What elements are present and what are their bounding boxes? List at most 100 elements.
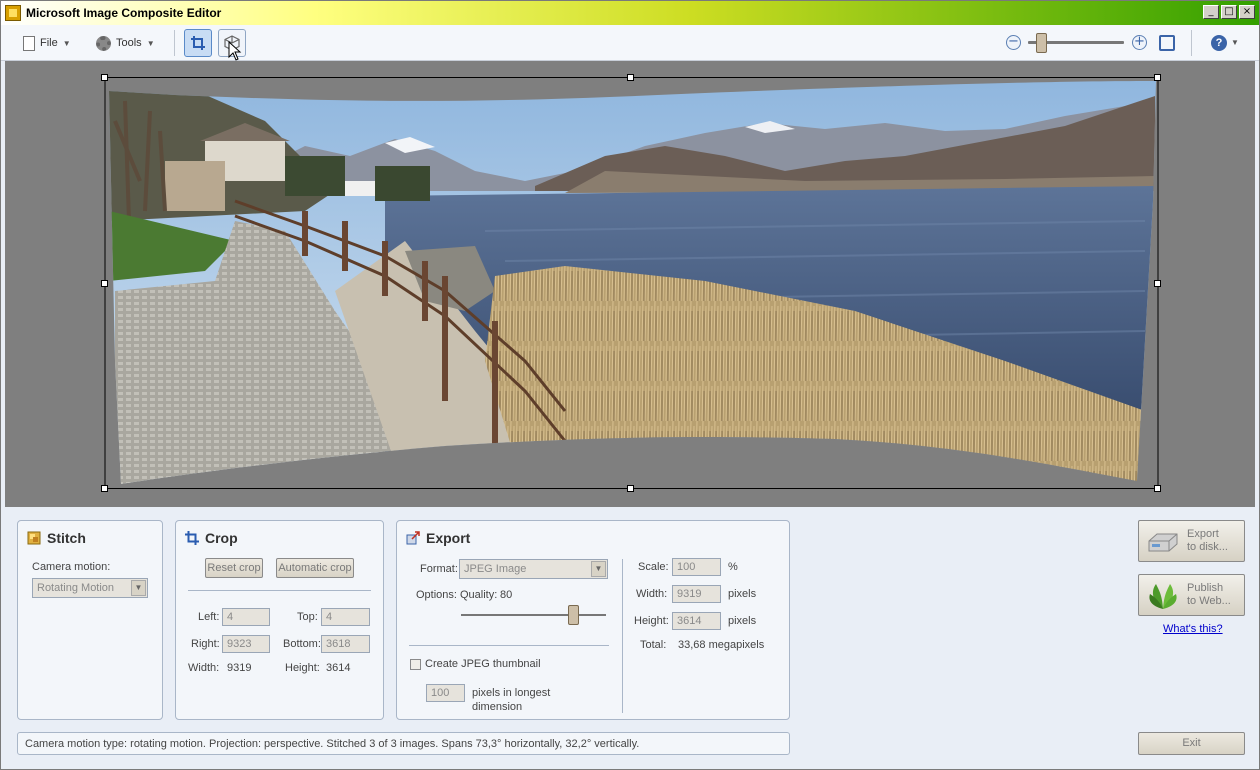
crop-handle-bottom-left[interactable] [101,485,108,492]
quality-value: 80 [500,589,513,601]
publish-label-line1: Publish [1187,582,1224,594]
stitch-title: Stitch [47,530,86,546]
export-height-input[interactable]: 3614 [672,612,721,630]
help-button[interactable]: ? [1211,35,1227,51]
thumbnail-unit-line1: pixels in longest [472,687,551,699]
crop-right-input[interactable]: 9323 [222,635,270,653]
chevron-down-icon: ▼ [591,561,606,577]
panorama-image[interactable] [5,61,1255,507]
export-panel: Export Format: JPEG Image ▼ Options: Qua… [396,520,790,720]
reset-crop-button[interactable]: Reset crop [205,558,263,578]
tools-menu[interactable]: Tools ▼ [96,32,155,54]
crop-top-input[interactable]: 4 [321,608,370,626]
chevron-down-icon[interactable]: ▼ [1231,38,1239,47]
app-window: Microsoft Image Composite Editor _ □ × F… [0,0,1260,770]
export-width-unit: pixels [728,588,757,600]
export-height-label: Height: [634,615,669,627]
crop-icon [191,36,205,50]
scale-unit: % [728,561,738,573]
zoom-out-button[interactable]: − [1006,35,1021,50]
leaf-icon [1149,584,1177,609]
scale-input[interactable]: 100 [672,558,721,576]
camera-motion-select[interactable]: Rotating Motion ▼ [32,578,148,598]
crop-handle-top[interactable] [627,74,634,81]
zoom-slider-thumb[interactable] [1036,33,1047,53]
thumbnail-size-input[interactable]: 100 [426,684,465,702]
stitch-panel: Stitch Camera motion: Rotating Motion ▼ [17,520,163,720]
quality-slider-thumb[interactable] [568,605,580,625]
crop-bottom-label: Bottom: [283,638,321,650]
crop-height-value: 3614 [326,662,351,674]
gear-icon [96,35,111,51]
export-vertical-divider [622,559,623,713]
quality-label: Quality: [460,589,498,601]
title-bar[interactable]: Microsoft Image Composite Editor _ □ × [1,1,1259,25]
app-logo-icon [5,5,21,21]
chevron-down-icon: ▼ [62,38,71,48]
disk-drive-icon [1148,533,1178,552]
crop-top-label: Top: [297,611,318,623]
crop-icon [185,531,199,545]
whats-this-link[interactable]: What's this? [1163,623,1223,635]
publish-to-web-button[interactable]: Publish to Web... [1138,574,1245,616]
export-width-label: Width: [636,588,668,600]
status-bar: Camera motion type: rotating motion. Pro… [17,732,790,755]
close-button[interactable]: × [1239,5,1255,19]
crop-height-label: Height: [285,662,320,674]
crop-tool-button[interactable] [184,29,212,57]
tools-menu-label: Tools [116,37,142,49]
publish-label-line2: to Web... [1187,595,1231,607]
file-menu-label: File [40,37,58,49]
automatic-crop-button[interactable]: Automatic crop [276,558,354,578]
chevron-down-icon: ▼ [131,580,146,596]
export-to-disk-button[interactable]: Export to disk... [1138,520,1245,562]
jpeg-thumbnail-checkbox[interactable] [410,659,421,670]
crop-handle-top-right[interactable] [1154,74,1161,81]
toolbar-divider [1191,30,1192,56]
exit-button[interactable]: Exit [1138,732,1245,755]
quality-slider-track[interactable] [461,614,606,616]
fit-to-window-icon[interactable] [1159,35,1175,51]
file-menu[interactable]: File ▼ [23,32,71,54]
crop-handle-right[interactable] [1154,280,1161,287]
stitch-canvas[interactable] [5,61,1255,507]
jpeg-thumbnail-label: Create JPEG thumbnail [425,658,541,670]
format-label: Format: [420,563,458,575]
export-icon [406,531,420,545]
crop-handle-bottom[interactable] [627,485,634,492]
export-height-unit: pixels [728,615,757,627]
export-disk-label-line1: Export [1187,528,1219,540]
minimize-button[interactable]: _ [1203,5,1219,19]
crop-handle-left[interactable] [101,280,108,287]
crop-left-input[interactable]: 4 [222,608,270,626]
export-divider [409,645,609,646]
crop-bottom-input[interactable]: 3618 [321,635,370,653]
crop-handle-top-left[interactable] [101,74,108,81]
toolbar: File ▼ Tools ▼ − + ? ▼ [1,25,1259,61]
stitch-icon [27,531,41,545]
options-label: Options: [416,589,457,601]
total-label: Total: [640,639,667,651]
scale-label: Scale: [638,561,669,573]
export-title: Export [426,530,471,546]
mouse-cursor-icon [228,41,242,61]
toolbar-divider [174,30,175,56]
export-width-input[interactable]: 9319 [672,585,721,603]
total-value: 33,68 megapixels [678,639,765,651]
export-disk-label-line2: to disk... [1187,541,1228,553]
format-select[interactable]: JPEG Image ▼ [459,559,608,579]
zoom-in-button[interactable]: + [1132,35,1147,50]
crop-width-label: Width: [188,662,220,674]
crop-title: Crop [205,530,238,546]
window-title: Microsoft Image Composite Editor [26,6,222,20]
crop-width-value: 9319 [227,662,252,674]
camera-motion-label: Camera motion: [32,561,111,573]
crop-right-label: Right: [191,638,220,650]
maximize-button[interactable]: □ [1221,5,1237,19]
document-icon [23,35,35,51]
crop-panel: Crop Reset crop Automatic crop Left: 4 T… [175,520,384,720]
thumbnail-unit-line2: dimension [472,701,523,713]
format-value: JPEG Image [464,563,527,575]
crop-left-label: Left: [198,611,220,623]
crop-handle-bottom-right[interactable] [1154,485,1161,492]
